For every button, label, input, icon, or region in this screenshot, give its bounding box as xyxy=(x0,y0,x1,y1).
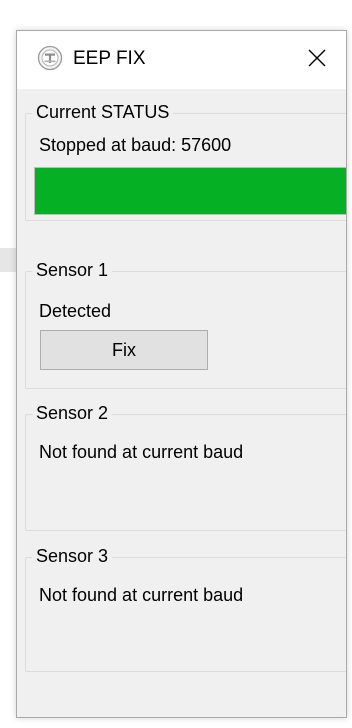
sensor-1-status: Detected xyxy=(39,301,112,321)
close-icon xyxy=(307,48,327,73)
sensor-3-status: Not found at current baud xyxy=(39,585,244,605)
fix-button[interactable]: Fix xyxy=(40,330,208,370)
window-title: EEP FIX xyxy=(73,48,146,69)
sensor-2-status: Not found at current baud xyxy=(39,442,244,462)
sensor-2-group: Sensor 2 Not found at current baud xyxy=(25,402,346,531)
current-status-group: Current STATUS Stopped at baud: 57600 xyxy=(25,101,346,221)
sensor-1-group: Sensor 1 Detected Fix xyxy=(25,259,346,389)
eep-fix-window: EEP FIX Current STATUS Stopped at baud: … xyxy=(16,30,347,718)
close-button[interactable] xyxy=(288,31,346,89)
sensor-2-label: Sensor 2 xyxy=(32,402,113,424)
status-text: Stopped at baud: 57600 xyxy=(39,135,232,155)
title-bar[interactable]: EEP FIX xyxy=(17,31,346,89)
sensor-1-label: Sensor 1 xyxy=(32,259,113,281)
app-icon xyxy=(37,45,63,71)
background-window-edge xyxy=(0,248,16,272)
progress-fill xyxy=(35,168,346,214)
sensor-3-label: Sensor 3 xyxy=(32,545,113,567)
status-progress-bar xyxy=(34,167,346,215)
sensor-3-group: Sensor 3 Not found at current baud xyxy=(25,545,346,672)
current-status-label: Current STATUS xyxy=(32,101,174,123)
